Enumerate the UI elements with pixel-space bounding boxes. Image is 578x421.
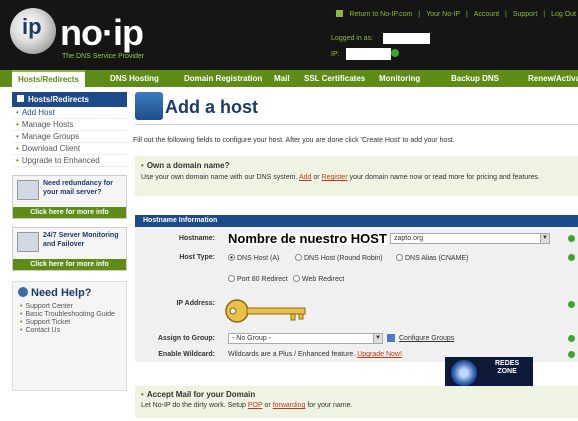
nav-backup-dns[interactable]: Backup DNS: [451, 70, 499, 87]
hostname-label: Hostname:: [178, 235, 215, 242]
main-nav: Hosts/Redirects DNS Hosting Domain Regis…: [0, 70, 578, 87]
hostname-form: Hostname: Nombre de nuestro HOST zapto.o…: [135, 227, 578, 362]
host-type-radio-port80[interactable]: Port 80 Redirect: [228, 275, 288, 283]
logout-link[interactable]: Log Out: [551, 11, 576, 18]
your-noip-link[interactable]: Your No-IP: [426, 11, 460, 18]
upgrade-link[interactable]: Upgrade Now!: [357, 351, 402, 358]
top-links: Return to No-IP.com | Your No-IP | Accou…: [334, 10, 578, 18]
sidebar-item-download-client[interactable]: • Download Client: [12, 143, 127, 155]
mail-box: • Accept Mail for your Domain Let No-IP d…: [135, 386, 578, 418]
ip-box: [346, 48, 391, 60]
configure-groups-link[interactable]: Configure Groups: [399, 335, 454, 342]
logged-in-label: Logged in as:: [331, 35, 374, 42]
help-link-troubleshooting[interactable]: • Basic Troubleshooting Guide: [18, 311, 121, 319]
logo-badge: ip: [22, 14, 42, 39]
nav-monitoring[interactable]: Monitoring: [379, 70, 420, 87]
check-icon: [568, 235, 575, 242]
own-domain-box: • Own a domain name? Use your own domain …: [135, 156, 578, 196]
user-help-icon: [18, 287, 28, 297]
header: ip no·ip The DNS Service Provider Return…: [0, 0, 578, 70]
tagline: The DNS Service Provider: [62, 53, 145, 60]
host-type-radio-web-redirect[interactable]: Web Redirect: [293, 275, 344, 283]
nav-renew-activate[interactable]: Renew/Activate: [528, 70, 578, 87]
check-icon: [568, 351, 575, 358]
account-link[interactable]: Account: [474, 11, 499, 18]
mail-title: • Accept Mail for your Domain: [141, 390, 256, 399]
domain-select[interactable]: zapto.org ▼: [390, 233, 550, 244]
add-domain-link[interactable]: Add: [299, 174, 311, 181]
monitor-icon: [17, 232, 39, 252]
section-heading: Hostname Information: [135, 215, 578, 227]
return-link[interactable]: Return to No-IP.com: [349, 11, 412, 18]
own-domain-text: Use your own domain name with our DNS sy…: [141, 174, 540, 181]
sidebar-item-manage-groups[interactable]: • Manage Groups: [12, 131, 127, 143]
promo-mail-redundancy[interactable]: Need redundancy for your mail server? Cl…: [12, 175, 127, 219]
promo-monitoring[interactable]: 24/7 Server Monitoring and Failover Clic…: [12, 227, 127, 271]
check-icon: [568, 335, 575, 342]
divider: [135, 124, 578, 125]
host-type-radio-a[interactable]: DNS Host (A): [228, 254, 279, 262]
watermark-logo: REDES ZONE: [445, 357, 533, 389]
ip-label: IP:: [331, 51, 340, 58]
sidebar-heading: Hosts/Redirects: [12, 92, 127, 107]
square-icon: [17, 95, 24, 102]
globe-icon: [451, 360, 477, 386]
key-icon: [225, 299, 306, 323]
pop-link[interactable]: POP: [248, 402, 263, 409]
lock-icon: [336, 10, 344, 17]
page-title: Add a host: [165, 97, 258, 117]
mail-text: Let No-IP do the dirty work. Setup POP o…: [141, 402, 353, 409]
nav-dns-hosting[interactable]: DNS Hosting: [110, 70, 159, 87]
ip-address-label: IP Address:: [176, 300, 215, 307]
group-select[interactable]: - No Group - ▼: [228, 333, 383, 344]
edit-icon: [387, 334, 395, 342]
logo-text[interactable]: no·ip: [60, 12, 144, 54]
watermark-text: REDES ZONE: [495, 360, 520, 375]
help-link-contact-us[interactable]: • Contact Us: [18, 327, 121, 335]
nav-hosts-redirects[interactable]: Hosts/Redirects: [12, 70, 85, 87]
host-type-label: Host Type:: [179, 254, 215, 261]
sidebar-item-add-host[interactable]: • Add Host: [12, 107, 127, 119]
sidebar-item-upgrade[interactable]: • Upgrade to Enhanced: [12, 155, 127, 167]
promo-button[interactable]: Click here for more info: [13, 259, 126, 270]
logged-in-user-box: [383, 33, 430, 44]
promo-button[interactable]: Click here for more info: [13, 207, 126, 218]
host-type-radio-cname[interactable]: DNS Alias (CNAME): [396, 254, 468, 262]
check-icon: [568, 254, 575, 261]
check-icon: [568, 301, 575, 308]
ip-status-icon: [391, 49, 399, 57]
mail-server-icon: [17, 180, 39, 200]
forwarding-link[interactable]: forwarding: [273, 402, 306, 409]
help-box: Need Help? • Support Center • Basic Troubl…: [12, 281, 127, 391]
nav-mail[interactable]: Mail: [274, 70, 290, 87]
host-type-radio-round-robin[interactable]: DNS Host (Round Robin): [295, 254, 383, 262]
sidebar: Hosts/Redirects • Add Host • Manage Hosts …: [12, 92, 127, 391]
chevron-down-icon[interactable]: ▼: [373, 334, 382, 343]
nav-ssl-certificates[interactable]: SSL Certificates: [304, 70, 365, 87]
add-host-icon: [135, 92, 163, 120]
chevron-down-icon[interactable]: ▼: [540, 234, 549, 243]
hostname-input[interactable]: Nombre de nuestro HOST: [228, 232, 388, 245]
help-link-support-center[interactable]: • Support Center: [18, 303, 121, 311]
own-domain-title: • Own a domain name?: [141, 161, 230, 170]
wildcard-text: Wildcards are a Plus / Enhanced feature.…: [228, 351, 402, 358]
nav-domain-registration[interactable]: Domain Registration: [184, 70, 262, 87]
help-title: Need Help?: [18, 287, 121, 299]
support-link[interactable]: Support: [513, 11, 538, 18]
wildcard-label: Enable Wildcard:: [158, 351, 215, 358]
sidebar-item-manage-hosts[interactable]: • Manage Hosts: [12, 119, 127, 131]
help-link-support-ticket[interactable]: • Support Ticket: [18, 319, 121, 327]
intro-text: Fill out the following fields to configu…: [133, 137, 455, 144]
register-domain-link[interactable]: Register: [322, 174, 348, 181]
assign-group-label: Assign to Group:: [157, 335, 215, 342]
